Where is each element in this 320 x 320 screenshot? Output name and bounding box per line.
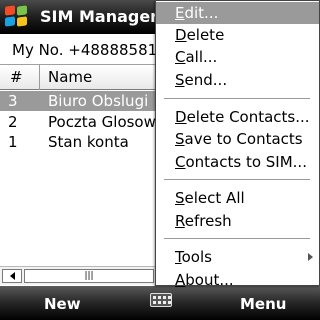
column-header-number[interactable]: # (10, 68, 23, 86)
menu-separator (164, 238, 310, 239)
menu-item-edit[interactable]: Edit... (156, 2, 319, 24)
menu-item-label: end... (184, 71, 228, 89)
menu-item-save-to-contacts[interactable]: Save to Contacts (156, 128, 319, 150)
list-item-name: Stan konta (48, 133, 129, 151)
menu-item-label: ave to Contacts (184, 130, 303, 148)
context-menu: Edit... Delete Call... Send... Delete Co… (155, 0, 320, 289)
mnemonic: A (175, 271, 186, 289)
chevron-right-icon (308, 253, 313, 261)
menu-item-send[interactable]: Send... (156, 69, 319, 91)
menu-separator (164, 98, 310, 99)
column-header-name[interactable]: Name (48, 68, 92, 86)
my-number-text: My No. +488885816 (12, 41, 167, 59)
arrow-left-icon (9, 272, 15, 280)
column-separator (39, 65, 40, 90)
new-softkey[interactable]: New (44, 295, 81, 313)
list-item-number: 3 (8, 92, 18, 110)
menu-item-label: bout... (185, 271, 234, 289)
mnemonic: S (175, 71, 185, 89)
menu-item-delete-contacts[interactable]: Delete Contacts... (156, 106, 319, 128)
list-item-name: Biuro Obslugi (48, 92, 149, 110)
mnemonic: T (175, 248, 182, 266)
menu-softkey[interactable]: Menu (240, 295, 286, 313)
app-title: SIM Manager (40, 7, 159, 26)
menu-item-label: dit... (184, 4, 219, 22)
menu-item-label: ools (181, 248, 212, 266)
keyboard-icon[interactable] (150, 293, 172, 307)
mnemonic: C (175, 153, 186, 171)
menu-item-label: ontacts to SIM... (185, 153, 307, 171)
menu-item-about[interactable]: About... (156, 269, 319, 291)
list-item-number: 2 (8, 113, 18, 131)
menu-item-label: all... (185, 48, 218, 66)
menu-item-delete[interactable]: Delete (156, 24, 319, 46)
mnemonic: D (175, 108, 187, 126)
menu-item-label: elect All (184, 189, 245, 207)
menu-item-select-all[interactable]: Select All (156, 187, 319, 209)
list-item-name: Poczta Glosowa (48, 113, 166, 131)
windows-logo-icon[interactable] (5, 5, 29, 28)
mnemonic: R (175, 212, 185, 230)
mnemonic: D (175, 26, 187, 44)
mnemonic: S (175, 130, 185, 148)
menu-item-label: elete Contacts... (186, 108, 310, 126)
list-item-number: 1 (8, 133, 18, 151)
menu-item-refresh[interactable]: Refresh (156, 210, 319, 232)
soft-key-bar: New Menu (0, 286, 320, 320)
menu-item-tools[interactable]: Tools (156, 246, 319, 268)
mnemonic: C (175, 48, 186, 66)
menu-separator (164, 179, 310, 180)
scroll-thumb[interactable]: ||| (24, 269, 154, 283)
mnemonic: S (175, 189, 185, 207)
scroll-left-button[interactable] (2, 269, 22, 283)
menu-item-call[interactable]: Call... (156, 46, 319, 68)
menu-item-label: elete (186, 26, 225, 44)
menu-item-label: efresh (184, 212, 232, 230)
menu-item-contacts-to-sim[interactable]: Contacts to SIM... (156, 151, 319, 173)
